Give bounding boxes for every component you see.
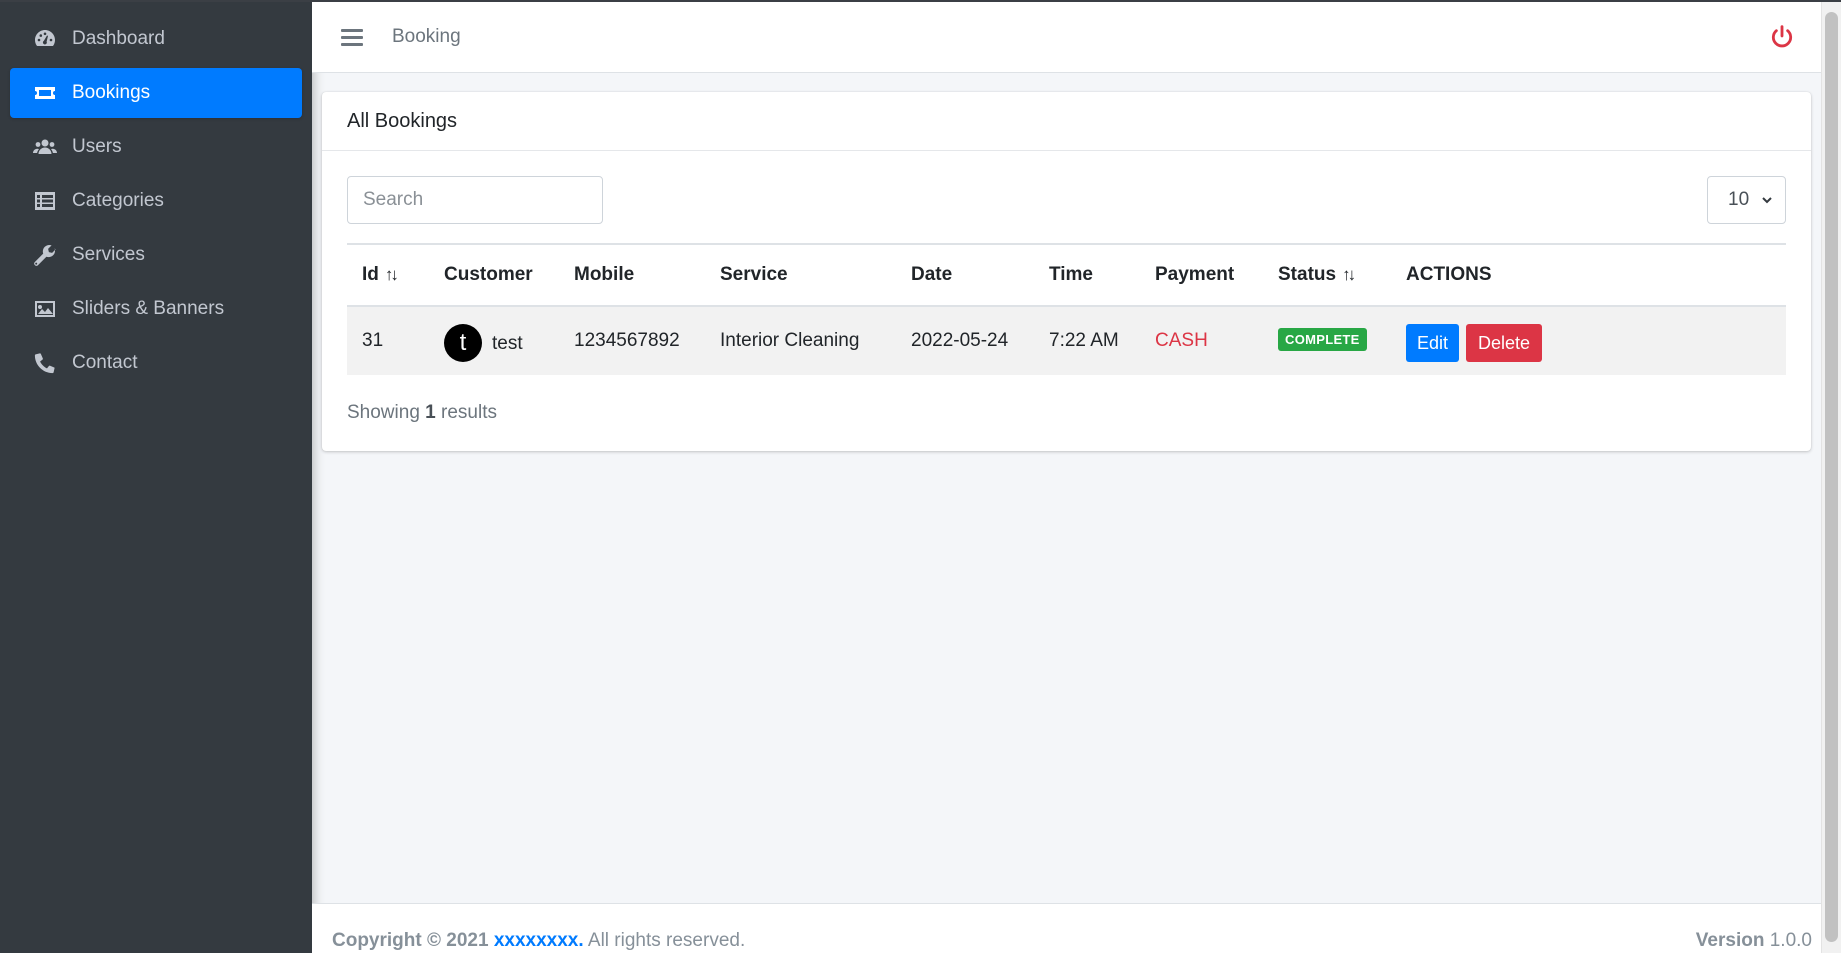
page-size-value: 10 <box>1728 189 1750 210</box>
column-header-payment: Payment <box>1155 264 1235 285</box>
sort-icon[interactable]: ↑↓ <box>1342 265 1356 285</box>
sidebar: Dashboard Bookings Users Categories Serv… <box>0 0 312 953</box>
column-header-id[interactable]: Id ↑↓ <box>347 244 429 306</box>
sidebar-item-label: Sliders & Banners <box>72 298 225 319</box>
users-icon <box>32 134 58 160</box>
customer-name: test <box>492 333 523 354</box>
edit-button[interactable]: Edit <box>1406 324 1460 362</box>
status-badge: COMPLETE <box>1278 327 1367 351</box>
search-input[interactable] <box>347 176 603 224</box>
sidebar-item-label: Dashboard <box>72 28 165 49</box>
scrollbar-thumb[interactable] <box>1825 12 1838 942</box>
cell-customer: t test <box>429 306 559 375</box>
sidebar-item-sliders-banners[interactable]: Sliders & Banners <box>10 284 302 334</box>
bookings-card: All Bookings 10 Id↑↓ Customer Mobile Ser… <box>322 92 1811 451</box>
column-header-date: Date <box>911 264 953 285</box>
column-header-actions: ACTIONS <box>1406 264 1492 285</box>
sidebar-item-label: Bookings <box>72 82 151 103</box>
results-summary: Showing 1 results <box>347 402 497 423</box>
sidebar-item-label: Users <box>72 136 122 157</box>
sidebar-item-users[interactable]: Users <box>10 122 302 172</box>
page-title: Booking <box>392 26 461 47</box>
sidebar-item-label: Categories <box>72 190 164 211</box>
column-header-service: Service <box>720 264 788 285</box>
table-row: 31 t test 1234567892 Interior Cleaning 2… <box>347 306 1786 375</box>
vertical-scrollbar[interactable] <box>1821 2 1841 953</box>
cell-status: COMPLETE <box>1263 306 1391 375</box>
sidebar-item-contact[interactable]: Contact <box>10 338 302 388</box>
column-header-time: Time <box>1049 264 1094 285</box>
list-icon <box>32 188 58 214</box>
power-icon[interactable] <box>1769 24 1795 50</box>
hamburger-icon[interactable] <box>341 25 363 50</box>
sidebar-item-bookings[interactable]: Bookings <box>10 68 302 118</box>
window-top-border <box>0 0 1841 2</box>
cell-service: Interior Cleaning <box>720 330 860 351</box>
card-header: All Bookings <box>322 92 1811 151</box>
cell-payment: CASH <box>1155 330 1208 351</box>
chevron-down-icon <box>1762 197 1772 204</box>
sort-icon[interactable]: ↑↓ <box>385 265 399 285</box>
table-header-row: Id ↑↓ Customer Mobile Service Date Time P… <box>347 244 1786 306</box>
avatar: t <box>444 324 482 362</box>
sidebar-item-label: Contact <box>72 352 138 373</box>
cell-mobile: 1234567892 <box>574 330 680 351</box>
brand-link[interactable]: xxxxxxxx. <box>494 930 584 951</box>
cell-actions: Edit Delete <box>1391 306 1786 375</box>
top-navbar: Booking <box>312 2 1821 73</box>
sidebar-item-label: Services <box>72 244 145 265</box>
delete-button[interactable]: Delete <box>1466 324 1543 362</box>
copyright-text: Copyright © 2021 <box>332 930 489 951</box>
sidebar-item-categories[interactable]: Categories <box>10 176 302 226</box>
results-count: 1 <box>425 402 436 423</box>
footer: Copyright © 2021 xxxxxxxx. All rights re… <box>312 903 1821 953</box>
sidebar-item-services[interactable]: Services <box>10 230 302 280</box>
rights-text: All rights reserved. <box>587 930 746 951</box>
card-title: All Bookings <box>347 109 458 132</box>
page-size-select[interactable]: 10 <box>1707 176 1786 224</box>
image-icon <box>32 296 58 322</box>
column-header-mobile: Mobile <box>574 264 635 285</box>
column-header-customer: Customer <box>444 264 533 285</box>
column-header-status[interactable]: Status ↑↓ <box>1263 244 1391 306</box>
sidebar-item-dashboard[interactable]: Dashboard <box>10 14 302 64</box>
ticket-icon <box>32 80 58 106</box>
cell-date: 2022-05-24 <box>911 330 1009 351</box>
cell-id: 31 <box>362 330 384 351</box>
bookings-table: Id ↑↓ Customer Mobile Service Date Time P… <box>347 243 1786 375</box>
wrench-icon <box>32 242 58 268</box>
cell-time: 7:22 AM <box>1049 330 1119 351</box>
version-info: Version 1.0.0 <box>1695 930 1812 951</box>
tachometer-icon <box>32 26 58 52</box>
phone-icon <box>32 350 58 376</box>
